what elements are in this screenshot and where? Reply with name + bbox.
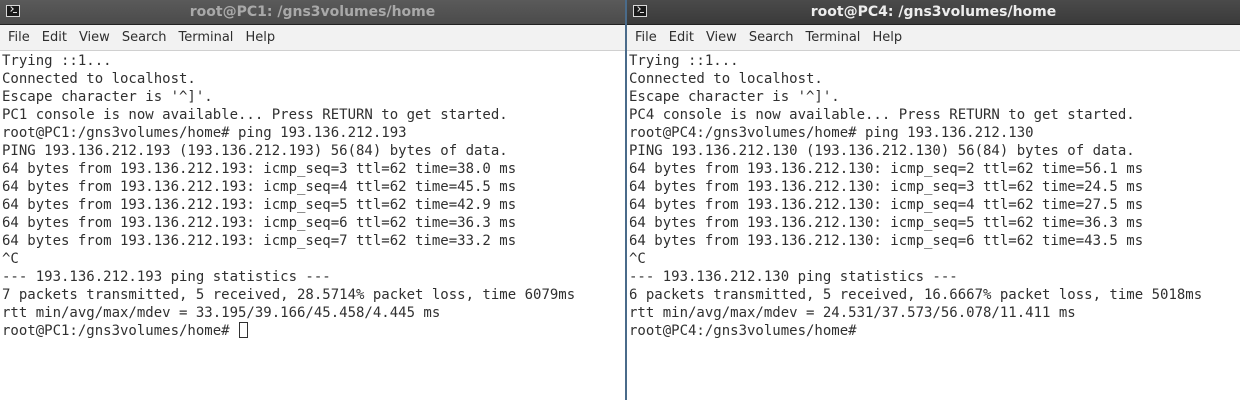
menu-search[interactable]: Search [116,27,173,49]
output-line: 64 bytes from 193.136.212.130: icmp_seq=… [629,179,1144,195]
output-line: 64 bytes from 193.136.212.130: icmp_seq=… [629,161,1144,177]
output-line: 64 bytes from 193.136.212.130: icmp_seq=… [629,233,1144,249]
output-line: 64 bytes from 193.136.212.193: icmp_seq=… [2,215,517,231]
window-title: root@PC4: /gns3volumes/home [810,4,1057,20]
output-line: PC4 console is now available... Press RE… [629,107,1135,123]
output-line: 64 bytes from 193.136.212.193: icmp_seq=… [2,233,517,249]
menu-help[interactable]: Help [866,27,908,49]
output-line: Connected to localhost. [629,71,823,87]
output-line: rtt min/avg/max/mdev = 33.195/39.166/45.… [2,305,441,321]
terminal-output[interactable]: Trying ::1... Connected to localhost. Es… [627,51,1240,400]
output-line: Escape character is '^]'. [2,89,213,105]
menubar: File Edit View Search Terminal Help [627,25,1240,51]
output-line: 64 bytes from 193.136.212.193: icmp_seq=… [2,161,517,177]
output-line: rtt min/avg/max/mdev = 24.531/37.573/56.… [629,305,1076,321]
output-line: PING 193.136.212.193 (193.136.212.193) 5… [2,143,508,159]
titlebar[interactable]: root@PC1: /gns3volumes/home [0,0,625,25]
window-title: root@PC1: /gns3volumes/home [189,4,436,20]
output-line: 64 bytes from 193.136.212.130: icmp_seq=… [629,197,1144,213]
menu-view[interactable]: View [73,27,116,49]
output-line: root@PC1:/gns3volumes/home# ping 193.136… [2,125,407,141]
output-line: 64 bytes from 193.136.212.193: icmp_seq=… [2,197,517,213]
shell-prompt: root@PC1:/gns3volumes/home# [2,323,239,339]
menu-file[interactable]: File [2,27,36,49]
menu-edit[interactable]: Edit [36,27,73,49]
output-line: Connected to localhost. [2,71,196,87]
output-line: ^C [629,251,646,267]
prompt-line[interactable]: root@PC4:/gns3volumes/home# [629,322,1240,340]
menu-search[interactable]: Search [743,27,800,49]
output-line: root@PC4:/gns3volumes/home# ping 193.136… [629,125,1034,141]
text-cursor [239,322,249,338]
output-line: Trying ::1... [629,53,739,69]
output-line: PING 193.136.212.130 (193.136.212.130) 5… [629,143,1135,159]
output-line: --- 193.136.212.193 ping statistics --- [2,269,331,285]
output-line: Trying ::1... [2,53,112,69]
menu-edit[interactable]: Edit [663,27,700,49]
output-line: 64 bytes from 193.136.212.193: icmp_seq=… [2,179,517,195]
output-line: 7 packets transmitted, 5 received, 28.57… [2,287,576,303]
terminal-icon[interactable] [6,5,20,17]
output-line: 64 bytes from 193.136.212.130: icmp_seq=… [629,215,1144,231]
desktop: root@PC1: /gns3volumes/home File Edit Vi… [0,0,1240,400]
output-line: 6 packets transmitted, 5 received, 16.66… [629,287,1203,303]
terminal-window-pc1[interactable]: root@PC1: /gns3volumes/home File Edit Vi… [0,0,626,400]
shell-prompt: root@PC4:/gns3volumes/home# [629,323,857,339]
menu-terminal[interactable]: Terminal [799,27,866,49]
menu-view[interactable]: View [700,27,743,49]
output-line: Escape character is '^]'. [629,89,840,105]
output-line: ^C [2,251,19,267]
titlebar[interactable]: root@PC4: /gns3volumes/home [627,0,1240,25]
terminal-output[interactable]: Trying ::1... Connected to localhost. Es… [0,51,625,400]
prompt-line[interactable]: root@PC1:/gns3volumes/home# [2,322,625,340]
terminal-window-pc4[interactable]: root@PC4: /gns3volumes/home File Edit Vi… [626,0,1240,400]
menu-file[interactable]: File [629,27,663,49]
output-line: --- 193.136.212.130 ping statistics --- [629,269,958,285]
menu-terminal[interactable]: Terminal [172,27,239,49]
terminal-icon[interactable] [633,5,647,17]
menu-help[interactable]: Help [239,27,281,49]
output-line: PC1 console is now available... Press RE… [2,107,508,123]
menubar: File Edit View Search Terminal Help [0,25,625,51]
